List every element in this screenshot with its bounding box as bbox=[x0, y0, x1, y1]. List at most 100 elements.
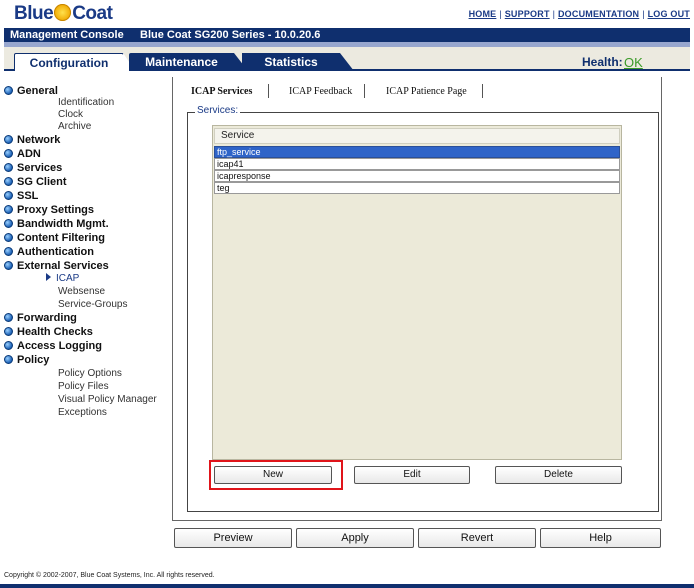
sidebar-item-label: External Services bbox=[17, 260, 109, 272]
tab-icap-feedback[interactable]: ICAP Feedback bbox=[289, 86, 352, 97]
tab-separator bbox=[482, 84, 483, 98]
sidebar-item-label: Services bbox=[17, 162, 63, 174]
bullet-icon bbox=[4, 205, 13, 214]
list-item[interactable]: teg bbox=[214, 182, 620, 194]
sidebar-item-label: Content Filtering bbox=[17, 232, 105, 244]
bullet-icon bbox=[4, 327, 13, 336]
sidebar-item-label: Health Checks bbox=[17, 326, 93, 338]
triangle-right-icon bbox=[46, 273, 51, 281]
services-legend: Services: bbox=[195, 105, 241, 116]
sidebar-item-policy[interactable]: Policy bbox=[4, 353, 49, 367]
tab-icap-services[interactable]: ICAP Services bbox=[191, 86, 252, 97]
bullet-icon bbox=[4, 86, 13, 95]
sidebar-item-content-filtering[interactable]: Content Filtering bbox=[4, 231, 105, 245]
logo-text-left: Blue bbox=[14, 3, 54, 24]
sidebar-item-label: General bbox=[17, 85, 58, 97]
logo-text-right: Coat bbox=[72, 3, 113, 24]
documentation-link[interactable]: DOCUMENTATION bbox=[558, 9, 639, 19]
tab-statistics[interactable]: Statistics bbox=[242, 53, 354, 71]
sidebar-item-label: SG Client bbox=[17, 176, 67, 188]
tab-configuration[interactable]: Configuration bbox=[14, 53, 136, 72]
sidebar-item-label: ICAP bbox=[56, 273, 80, 284]
sidebar-item-health-checks[interactable]: Health Checks bbox=[4, 325, 93, 339]
content-panel: ICAP Services ICAP Feedback ICAP Patienc… bbox=[172, 77, 662, 521]
apply-button[interactable]: Apply bbox=[296, 528, 414, 548]
list-item[interactable]: icapresponse bbox=[214, 170, 620, 182]
bullet-icon bbox=[4, 233, 13, 242]
link-separator: | bbox=[552, 9, 555, 19]
sidebar-item-label: Proxy Settings bbox=[17, 204, 95, 216]
help-button[interactable]: Help bbox=[540, 528, 661, 548]
sidebar-item-archive[interactable]: Archive bbox=[58, 121, 91, 133]
services-list: Service ftp_service icap41 icapresponse … bbox=[212, 125, 622, 460]
sidebar-item-general[interactable]: General bbox=[4, 84, 58, 98]
bullet-icon bbox=[4, 135, 13, 144]
sidebar-item-sg-client[interactable]: SG Client bbox=[4, 175, 67, 189]
tab-icap-patience-page[interactable]: ICAP Patience Page bbox=[386, 86, 467, 97]
sidebar-item-label: Access Logging bbox=[17, 340, 102, 352]
sidebar-item-identification[interactable]: Identification bbox=[58, 97, 114, 109]
sidebar-item-policy-options[interactable]: Policy Options bbox=[58, 368, 122, 380]
sidebar-item-network[interactable]: Network bbox=[4, 133, 60, 147]
sidebar-item-proxy-settings[interactable]: Proxy Settings bbox=[4, 203, 94, 217]
brand-bar: Blue Coat HOME | SUPPORT | DOCUMENTATION | LOG … bbox=[0, 0, 694, 28]
link-separator: | bbox=[499, 9, 502, 19]
sidebar-item-label: SSL bbox=[17, 190, 39, 202]
sidebar-item-adn[interactable]: ADN bbox=[4, 147, 41, 161]
sidebar-item-label: ADN bbox=[17, 148, 41, 160]
delete-button[interactable]: Delete bbox=[495, 466, 622, 484]
bullet-icon bbox=[4, 261, 13, 270]
sidebar-item-service-groups[interactable]: Service-Groups bbox=[58, 299, 127, 311]
copyright-footer: Copyright © 2002-2007, Blue Coat Systems… bbox=[4, 572, 215, 579]
tab-separator bbox=[268, 84, 269, 98]
bullet-icon bbox=[4, 313, 13, 322]
sidebar-item-policy-files[interactable]: Policy Files bbox=[58, 381, 109, 393]
logout-link[interactable]: LOG OUT bbox=[648, 9, 690, 19]
sidebar-item-vpm[interactable]: Visual Policy Manager bbox=[58, 394, 157, 406]
bullet-icon bbox=[4, 149, 13, 158]
home-link[interactable]: HOME bbox=[469, 9, 497, 19]
sidebar-item-external-services[interactable]: External Services bbox=[4, 259, 109, 273]
sidebar-item-clock[interactable]: Clock bbox=[58, 109, 83, 121]
bullet-icon bbox=[4, 163, 13, 172]
revert-button[interactable]: Revert bbox=[418, 528, 536, 548]
sidebar-item-websense[interactable]: Websense bbox=[58, 286, 105, 298]
sidebar-item-label: Bandwidth Mgmt. bbox=[17, 218, 109, 230]
main-tabs-row: Configuration Maintenance Statistics Hea… bbox=[4, 47, 690, 72]
bottom-rule bbox=[0, 584, 694, 588]
edit-button[interactable]: Edit bbox=[354, 466, 470, 484]
health-label: Health: bbox=[582, 55, 623, 69]
support-link[interactable]: SUPPORT bbox=[505, 9, 550, 19]
sidebar-item-label: Authentication bbox=[17, 246, 94, 258]
list-item[interactable]: ftp_service bbox=[214, 146, 620, 158]
model-title: Blue Coat SG200 Series - 10.0.20.6 bbox=[140, 29, 321, 41]
tab-separator bbox=[364, 84, 365, 98]
tab-maintenance[interactable]: Maintenance bbox=[129, 53, 248, 71]
column-header-service[interactable]: Service bbox=[214, 128, 620, 144]
new-button[interactable]: New bbox=[214, 466, 332, 484]
console-title: Management Console bbox=[10, 29, 124, 41]
sidebar-item-bandwidth[interactable]: Bandwidth Mgmt. bbox=[4, 217, 109, 231]
sidebar-item-exceptions[interactable]: Exceptions bbox=[58, 407, 107, 419]
bullet-icon bbox=[4, 219, 13, 228]
link-separator: | bbox=[642, 9, 645, 19]
bullet-icon bbox=[4, 341, 13, 350]
sidebar-item-authentication[interactable]: Authentication bbox=[4, 245, 94, 259]
bullet-icon bbox=[4, 191, 13, 200]
sidebar-item-forwarding[interactable]: Forwarding bbox=[4, 311, 77, 325]
sidebar-item-ssl[interactable]: SSL bbox=[4, 189, 38, 203]
bullet-icon bbox=[4, 247, 13, 256]
bullet-icon bbox=[4, 355, 13, 364]
list-item[interactable]: icap41 bbox=[214, 158, 620, 170]
sidebar-item-label: Forwarding bbox=[17, 312, 77, 324]
sidebar-item-services[interactable]: Services bbox=[4, 161, 62, 175]
preview-button[interactable]: Preview bbox=[174, 528, 292, 548]
bluecoat-logo: Blue Coat bbox=[14, 3, 113, 25]
sidebar-item-access-logging[interactable]: Access Logging bbox=[4, 339, 102, 353]
bullet-icon bbox=[4, 177, 13, 186]
sidebar-item-label: Policy bbox=[17, 354, 50, 366]
sun-icon bbox=[54, 4, 72, 21]
health-status-link[interactable]: OK bbox=[624, 55, 643, 70]
title-bar: Management Console Blue Coat SG200 Serie… bbox=[4, 28, 690, 42]
sidebar-item-icap[interactable]: ICAP bbox=[46, 273, 79, 285]
